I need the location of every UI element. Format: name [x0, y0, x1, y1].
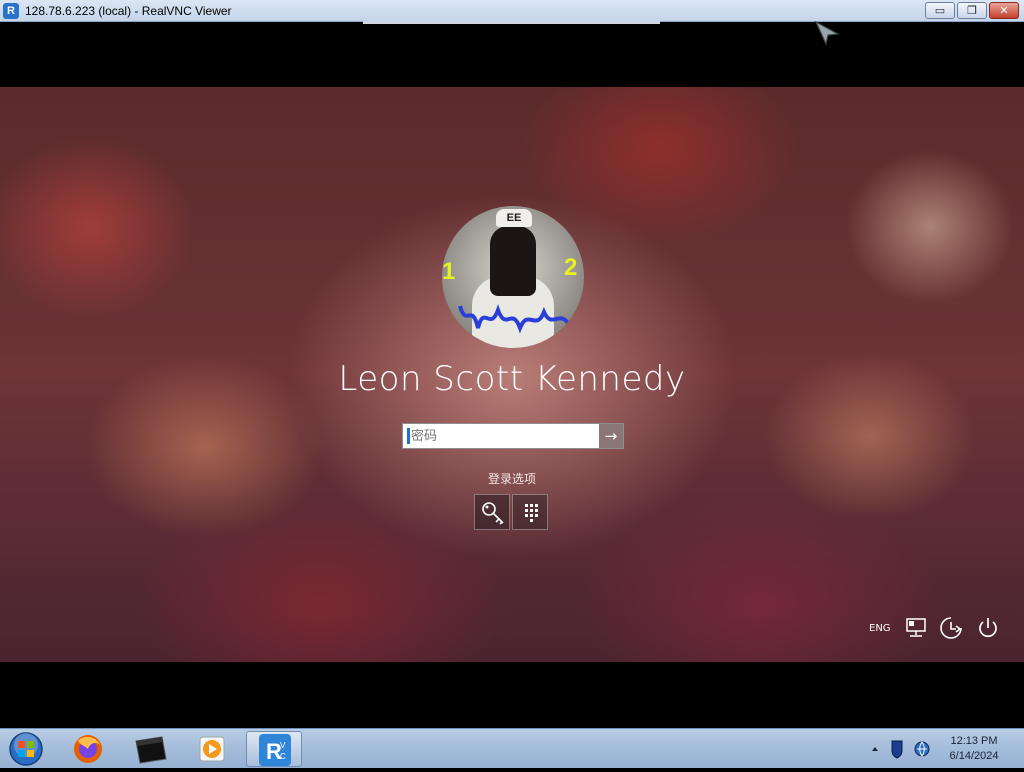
avatar-cap: EE	[496, 209, 532, 227]
taskbar-clock[interactable]: 12:13 PM 6/14/2024	[930, 734, 1018, 764]
window-title: 128.78.6.223 (local) - RealVNC Viewer	[25, 4, 232, 18]
minimize-button[interactable]: ▭	[925, 2, 955, 19]
user-avatar: EE 1 2	[442, 206, 584, 348]
accessibility-icon[interactable]	[938, 615, 964, 641]
terminal-icon	[135, 736, 167, 764]
mouse-cursor-icon	[814, 20, 840, 46]
signin-options-label[interactable]: 登录选项	[0, 470, 1024, 487]
username: Leon Scott Kennedy	[338, 359, 686, 399]
restore-button[interactable]: ❐	[957, 2, 987, 19]
close-icon: ✕	[999, 4, 1009, 17]
security-shield-icon[interactable]	[891, 740, 903, 759]
clock-date: 6/14/2024	[949, 750, 999, 762]
taskbar-terminal[interactable]	[122, 731, 178, 767]
keypad-icon	[525, 504, 538, 522]
avatar-scribble	[458, 304, 572, 334]
svg-text:V: V	[280, 741, 286, 750]
key-icon	[482, 502, 504, 525]
taskbar-media-player[interactable]	[184, 731, 240, 767]
windows-orb-icon[interactable]	[4, 731, 48, 767]
restore-icon: ❐	[967, 4, 977, 17]
text-caret	[407, 428, 410, 444]
vnc-toolbar-handle[interactable]	[363, 21, 660, 24]
close-button[interactable]: ✕	[989, 2, 1019, 19]
system-tray	[872, 740, 930, 759]
network-icon[interactable]	[903, 615, 929, 641]
media-player-icon	[199, 736, 225, 762]
power-icon[interactable]	[975, 615, 1001, 641]
password-input[interactable]	[403, 424, 599, 448]
language-indicator[interactable]: ENG	[869, 623, 891, 634]
window-title-bar[interactable]: R 128.78.6.223 (local) - RealVNC Viewer …	[0, 0, 1024, 22]
realvnc-app-icon[interactable]: R	[3, 3, 19, 19]
remote-desktop-lockscreen[interactable]: EE 1 2 Leon Scott Kennedy → 登录选项 ENG	[0, 87, 1024, 662]
signin-option-password[interactable]	[474, 494, 510, 530]
firefox-icon	[74, 735, 102, 763]
taskbar-realvnc-viewer[interactable]: R V C	[246, 731, 302, 767]
avatar-hair	[490, 226, 536, 296]
signin-option-pin[interactable]	[512, 494, 548, 530]
avatar-number-right: 2	[564, 254, 578, 281]
submit-arrow-button[interactable]: →	[599, 424, 623, 448]
password-box[interactable]: →	[402, 423, 624, 449]
clock-time: 12:13 PM	[950, 735, 998, 747]
minimize-icon: ▭	[934, 4, 946, 17]
taskbar-firefox[interactable]	[60, 731, 116, 767]
avatar-number-left: 1	[442, 258, 456, 285]
realvnc-icon: R V C	[259, 734, 291, 766]
show-hidden-icons-icon[interactable]	[872, 747, 878, 751]
taskbar: R V C 12:13 PM 6/14/2024	[0, 728, 1024, 768]
svg-text:C: C	[280, 752, 286, 761]
